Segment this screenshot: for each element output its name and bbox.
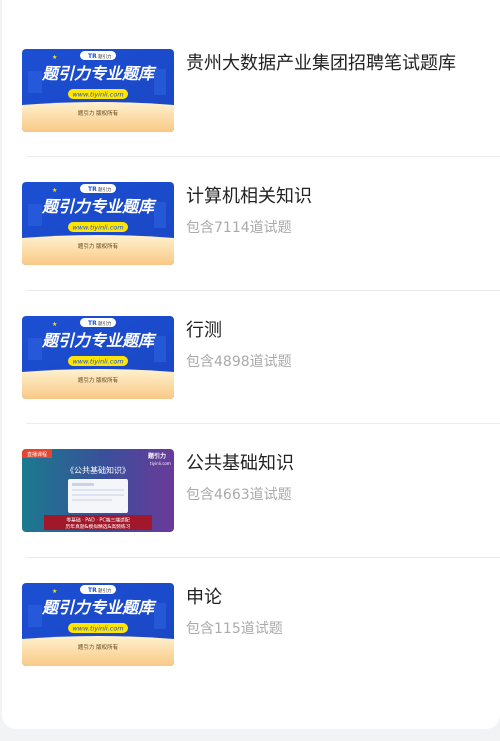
svg-text:www.tiyinli.com: www.tiyinli.com	[72, 91, 123, 99]
question-count: 包含4898道试题	[186, 354, 292, 370]
badge-logo-text: TR	[88, 587, 97, 594]
list-item[interactable]: ★ TR 题引力 题引力专业题库 www.tiyinli.com 题引力 版权所…	[2, 133, 500, 266]
list-item[interactable]: ★ TR 题引力 题引力专业题库 www.tiyinli.com 题引力 版权所…	[2, 267, 500, 400]
tiyinli-banner-image: ★ TR 题引力 题引力专业题库 www.tiyinli.com 题引力 版权所…	[22, 583, 174, 666]
svg-text:题引力 版权所有: 题引力 版权所有	[78, 109, 119, 117]
svg-text:历年真题&模拟精选&高频练习: 历年真题&模拟精选&高频练习	[65, 523, 130, 530]
svg-text:题引力专业题库: 题引力专业题库	[41, 331, 157, 350]
svg-text:题引力 版权所有: 题引力 版权所有	[78, 376, 119, 384]
question-count: 包含115道试题	[186, 621, 283, 637]
svg-text:题引力专业题库: 题引力专业题库	[41, 64, 157, 83]
svg-text:www.tiyinli.com: www.tiyinli.com	[72, 625, 123, 633]
item-thumbnail: ★ TR 题引力 题引力专业题库 www.tiyinli.com 题引力 版权所…	[22, 182, 174, 265]
svg-text:tiyinli.com: tiyinli.com	[150, 461, 171, 466]
svg-text:★: ★	[52, 54, 57, 61]
svg-text:www.tiyinli.com: www.tiyinli.com	[72, 224, 123, 232]
svg-text:题引力 版权所有: 题引力 版权所有	[78, 242, 119, 250]
badge-logo-text: TR	[88, 186, 97, 193]
question-count: 包含7114道试题	[186, 220, 292, 236]
tiyinli-banner-image: ★ TR 题引力 题引力专业题库 www.tiyinli.com 题引力 版权所…	[22, 316, 174, 399]
item-title: 公共基础知识	[186, 453, 294, 474]
svg-text:★: ★	[52, 588, 57, 595]
course-banner-image: 直播课程 题引力 tiyinli.com 《公共基础知识》 零基础 · PAD …	[22, 449, 174, 532]
svg-text:★: ★	[52, 187, 57, 194]
item-thumbnail: ★ TR 题引力 题引力专业题库 www.tiyinli.com 题引力 版权所…	[22, 49, 174, 132]
item-thumbnail: 直播课程 题引力 tiyinli.com 《公共基础知识》 零基础 · PAD …	[22, 449, 174, 532]
svg-text:www.tiyinli.com: www.tiyinli.com	[72, 358, 123, 366]
svg-text:题引力: 题引力	[98, 587, 112, 594]
svg-text:题引力 版权所有: 题引力 版权所有	[78, 643, 119, 651]
svg-text:题引力专业题库: 题引力专业题库	[41, 197, 157, 216]
item-title: 行测	[186, 320, 222, 341]
question-count: 包含4663道试题	[186, 487, 292, 503]
svg-text:题引力专业题库: 题引力专业题库	[41, 598, 157, 617]
svg-text:零基础 · PAD · PC端三端适配: 零基础 · PAD · PC端三端适配	[66, 517, 130, 524]
svg-text:题引力: 题引力	[147, 452, 166, 460]
item-thumbnail: ★ TR 题引力 题引力专业题库 www.tiyinli.com 题引力 版权所…	[22, 316, 174, 399]
item-title: 贵州大数据产业集团招聘笔试题库	[186, 53, 456, 74]
item-title: 计算机相关知识	[186, 186, 312, 207]
list-item[interactable]: 直播课程 题引力 tiyinli.com 《公共基础知识》 零基础 · PAD …	[2, 400, 500, 533]
list-item[interactable]: ★ TR 题引力 题引力专业题库 www.tiyinli.com 题引力 版权所…	[2, 0, 500, 133]
item-title: 申论	[186, 587, 222, 608]
tiyinli-banner-image: ★ TR 题引力 题引力专业题库 www.tiyinli.com 题引力 版权所…	[22, 182, 174, 265]
svg-text:★: ★	[52, 321, 57, 328]
badge-logo-text: TR	[88, 320, 97, 327]
svg-text:题引力: 题引力	[98, 186, 112, 193]
tiyinli-banner-image: ★ TR 题引力 题引力专业题库 www.tiyinli.com 题引力 版权所…	[22, 49, 174, 132]
svg-text:题引力: 题引力	[98, 320, 112, 327]
list-item[interactable]: ★ TR 题引力 题引力专业题库 www.tiyinli.com 题引力 版权所…	[2, 534, 500, 667]
svg-text:直播课程: 直播课程	[27, 451, 47, 458]
badge-logo-text: TR	[88, 53, 97, 60]
svg-text:《公共基础知识》: 《公共基础知识》	[66, 465, 130, 475]
svg-text:题引力: 题引力	[98, 53, 112, 60]
item-thumbnail: ★ TR 题引力 题引力专业题库 www.tiyinli.com 题引力 版权所…	[22, 583, 174, 666]
question-bank-list: ★ TR 题引力 题引力专业题库 www.tiyinli.com 题引力 版权所…	[2, 0, 500, 729]
